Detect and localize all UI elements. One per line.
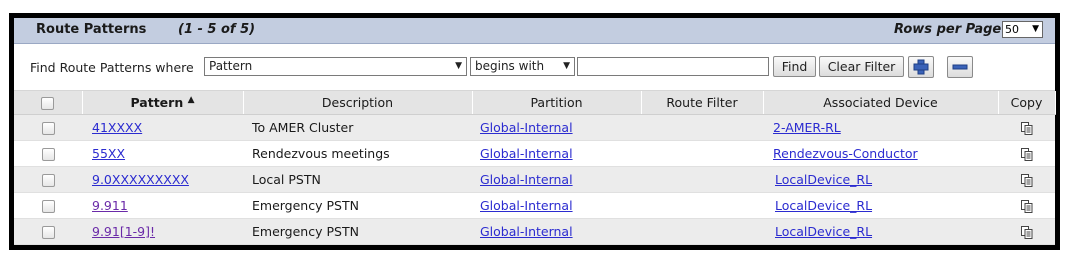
description-cell: To AMER Cluster (243, 114, 472, 141)
partition-link[interactable]: Global-Internal (480, 224, 573, 239)
partition-link[interactable]: Global-Internal (480, 172, 573, 187)
col-header-description[interactable]: Description (243, 91, 473, 115)
route-filter-cell (641, 166, 763, 193)
description-cell: Rendezvous meetings (243, 140, 472, 167)
description-cell: Local PSTN (243, 166, 472, 193)
find-field-value: Pattern (209, 59, 253, 73)
partition-link[interactable]: Global-Internal (480, 198, 573, 213)
rows-per-page-select[interactable]: 50 ▼ (1002, 21, 1043, 38)
col-header-route-filter[interactable]: Route Filter (641, 91, 764, 115)
find-operator-select[interactable]: begins with ▼ (470, 57, 575, 76)
col-header-associated-device[interactable]: Associated Device (763, 91, 999, 115)
panel-header: Route Patterns (1 - 5 of 5) Rows per Pag… (14, 18, 1055, 44)
partition-link[interactable]: Global-Internal (480, 146, 573, 161)
copy-icon[interactable] (1020, 200, 1033, 213)
pattern-link[interactable]: 55XX (92, 146, 125, 161)
pattern-link[interactable]: 9.911 (92, 198, 128, 213)
pattern-link[interactable]: 41XXXX (92, 120, 142, 135)
find-field-select[interactable]: Pattern ▼ (204, 57, 467, 76)
row-checkbox[interactable] (41, 174, 55, 187)
select-all-checkbox[interactable] (41, 97, 55, 110)
route-patterns-table: Pattern ▲ Description Partition Route Fi… (14, 91, 1056, 245)
search-input[interactable] (577, 57, 769, 76)
associated-device-link[interactable]: LocalDevice_RL (775, 198, 872, 213)
associated-device-link[interactable]: Rendezvous-Conductor (773, 146, 918, 161)
row-checkbox-cell[interactable] (14, 166, 82, 193)
col-header-pattern[interactable]: Pattern ▲ (82, 91, 244, 115)
table-row: 41XXXX To AMER Cluster Global-Internal 2-AM… (14, 114, 1055, 141)
rows-per-page-label: Rows per Page (894, 22, 1002, 37)
find-label: Find Route Patterns where (30, 60, 194, 75)
description-cell: Emergency PSTN (243, 218, 472, 245)
copy-icon[interactable] (1020, 122, 1033, 135)
route-filter-cell (641, 140, 763, 167)
table-header-row: Pattern ▲ Description Partition Route Fi… (14, 91, 1056, 115)
pattern-link[interactable]: 9.91[1-9]! (92, 224, 155, 239)
col-header-partition[interactable]: Partition (472, 91, 642, 115)
row-checkbox-cell[interactable] (14, 192, 82, 219)
page-title: Route Patterns (36, 22, 147, 37)
route-filter-cell (641, 218, 763, 245)
row-checkbox[interactable] (41, 122, 55, 135)
associated-device-link[interactable]: LocalDevice_RL (775, 172, 872, 187)
copy-icon[interactable] (1020, 148, 1033, 161)
copy-icon[interactable] (1020, 226, 1033, 239)
table-row: 9.911 Emergency PSTN Global-Internal LocalD… (14, 192, 1055, 219)
find-button[interactable]: Find (773, 56, 816, 77)
row-checkbox[interactable] (41, 226, 55, 239)
row-checkbox-cell[interactable] (14, 140, 82, 167)
sort-ascending-icon: ▲ (187, 95, 195, 105)
route-patterns-panel: Route Patterns (1 - 5 of 5) Rows per Pag… (9, 13, 1060, 250)
associated-device-link[interactable]: 2-AMER-RL (773, 120, 841, 135)
row-checkbox[interactable] (41, 148, 55, 161)
row-checkbox-cell[interactable] (14, 218, 82, 245)
find-operator-value: begins with (475, 59, 545, 73)
row-checkbox-cell[interactable] (14, 114, 82, 141)
clear-filter-button[interactable]: Clear Filter (819, 56, 904, 77)
route-filter-cell (641, 192, 763, 219)
table-row: 9.0XXXXXXXXX Local PSTN Global-Internal Loc… (14, 166, 1055, 193)
remove-filter-button[interactable] (947, 56, 973, 78)
rows-per-page-value: 50 (1005, 23, 1019, 36)
pattern-link[interactable]: 9.0XXXXXXXXX (92, 172, 189, 187)
chevron-down-icon: ▼ (455, 61, 462, 71)
result-count: (1 - 5 of 5) (178, 22, 256, 37)
chevron-down-icon: ▼ (563, 61, 570, 71)
select-all-checkbox-cell[interactable] (14, 91, 83, 115)
table-row: 55XX Rendezvous meetings Global-Internal Re… (14, 140, 1055, 167)
minus-icon (952, 64, 968, 70)
find-bar: Find Route Patterns where Pattern ▼ begi… (14, 44, 1055, 91)
row-checkbox[interactable] (41, 200, 55, 213)
plus-icon (913, 59, 929, 75)
add-filter-button[interactable] (908, 56, 934, 78)
route-filter-cell (641, 114, 763, 141)
chevron-down-icon: ▼ (1032, 24, 1039, 34)
description-cell: Emergency PSTN (243, 192, 472, 219)
copy-icon[interactable] (1020, 174, 1033, 187)
associated-device-link[interactable]: LocalDevice_RL (775, 224, 872, 239)
table-row: 9.91[1-9]! Emergency PSTN Global-Internal L… (14, 218, 1055, 245)
partition-link[interactable]: Global-Internal (480, 120, 573, 135)
col-header-copy: Copy (998, 91, 1056, 115)
